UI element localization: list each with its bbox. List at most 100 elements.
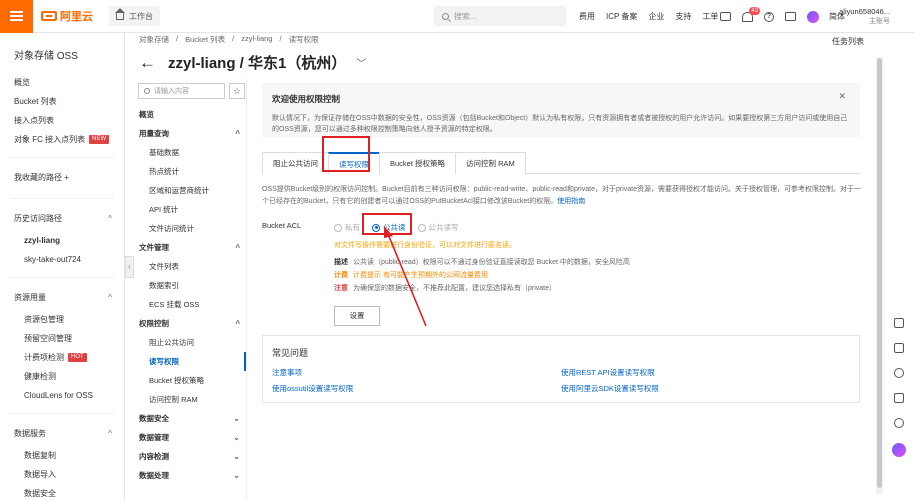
subnav-item[interactable]: 用量查询 ^ <box>135 124 246 143</box>
search-icon <box>442 12 449 20</box>
sidebar-resource-section[interactable]: 资源用量 ^ <box>0 286 124 310</box>
breadcrumb-bucket-list[interactable]: Bucket 列表 <box>185 34 225 45</box>
sidebar-item-data-replication[interactable]: 数据复制 <box>0 446 124 465</box>
aliyun-logo[interactable]: 阿里云 <box>41 8 93 24</box>
user-name: aliyun658046... <box>839 7 890 16</box>
top-link-ticket[interactable]: 工单 <box>702 11 718 22</box>
top-link-support[interactable]: 支持 <box>675 11 691 22</box>
sidebar-data-section[interactable]: 数据服务 ^ <box>0 422 124 446</box>
sidebar-history-item[interactable]: zzyl-liang <box>0 231 124 250</box>
subnav-item[interactable]: 访问控制 RAM <box>135 390 246 409</box>
faq-link-ossutil[interactable]: 使用ossutil设置读写权限 <box>272 383 561 394</box>
top-link-enterprise[interactable]: 企业 <box>648 11 664 22</box>
home-icon <box>115 7 125 20</box>
set-acl-button[interactable]: 设置 <box>334 306 380 326</box>
chevron-down-icon: ⌄ <box>233 433 240 442</box>
sidebar-item-billing-check[interactable]: 计费项检测 HOT <box>0 348 124 367</box>
subnav-item[interactable]: API 统计 <box>135 200 246 219</box>
subnav-item[interactable]: 数据索引 <box>135 276 246 295</box>
menu-icon[interactable] <box>0 0 33 33</box>
back-arrow-icon[interactable]: ← <box>139 53 156 73</box>
sidebar-item-fc-access-points[interactable]: 对象 FC 接入点列表 NEW <box>0 130 124 149</box>
document-icon[interactable] <box>894 343 904 353</box>
chevron-up-icon: ^ <box>108 293 112 302</box>
sidebar-item-reserved-space[interactable]: 预留空间管理 <box>0 329 124 348</box>
subnav-item[interactable]: 基础数据 <box>135 143 246 162</box>
chevron-down-icon: ⌄ <box>233 471 240 480</box>
calendar-icon[interactable] <box>894 393 904 403</box>
sidebar-item-cloudlens[interactable]: CloudLens for OSS <box>0 386 124 405</box>
sidebar-history-item[interactable]: sky-take-out724 <box>0 250 124 269</box>
acl-info-description: 描述 公共读（public-read）权限可以不通过身份验证直接读取您 Bucke… <box>334 259 630 266</box>
subnav-item[interactable]: 内容检测 ⌄ <box>135 447 246 466</box>
faq-panel: 常见问题 注意事项 使用REST API设置读写权限 使用ossutil设置读写… <box>262 335 860 403</box>
sidebar-item-health-check[interactable]: 健康检测 <box>0 367 124 386</box>
top-link-icp[interactable]: ICP 备案 <box>606 11 637 22</box>
subnav-item[interactable]: 权限控制 ^ <box>135 314 246 333</box>
user-menu[interactable]: aliyun658046... 主账号 <box>839 7 890 27</box>
subnav-item[interactable]: Bucket 授权策略 <box>135 371 246 390</box>
bell-icon[interactable]: 43 <box>742 6 760 22</box>
help-icon[interactable]: ? <box>764 11 774 22</box>
chevron-down-icon[interactable]: ﹀ <box>356 55 366 70</box>
bucket-subnav: 请输入内容 ☆ 概览 用量查询 ^ 基础数据 热点统计 区域和运营商统计 API 统计 文件访… <box>135 79 247 500</box>
sidebar-item-access-points[interactable]: 接入点列表 <box>0 111 124 130</box>
tab-ram-access-control[interactable]: 访问控制 RAM <box>455 152 526 174</box>
tab-block-public-access[interactable]: 阻止公共访问 <box>262 152 329 174</box>
breadcrumb-oss[interactable]: 对象存储 <box>139 34 169 45</box>
feedback-icon[interactable] <box>894 418 904 428</box>
breadcrumb-bucket[interactable]: zzyl-liang <box>241 34 272 45</box>
ai-assistant-icon[interactable] <box>892 443 906 457</box>
subnav-item[interactable]: 区域和运营商统计 <box>135 181 246 200</box>
sidebar-item-resource-pack[interactable]: 资源包管理 <box>0 310 124 329</box>
cart-icon[interactable] <box>785 12 796 21</box>
subnav-item[interactable]: 数据处理 ⌄ <box>135 466 246 485</box>
subnav-item[interactable]: ECS 挂载 OSS <box>135 295 246 314</box>
task-list-link[interactable]: 任务列表 <box>832 36 864 47</box>
message-icon[interactable] <box>720 12 731 21</box>
sidebar-item-data-import[interactable]: 数据导入 <box>0 465 124 484</box>
subnav-item[interactable]: 数据安全 ⌄ <box>135 409 246 428</box>
faq-link-notes[interactable]: 注意事项 <box>272 367 561 378</box>
subnav-item[interactable]: 文件列表 <box>135 257 246 276</box>
acl-option-private[interactable]: 私有 <box>334 222 360 233</box>
close-icon[interactable]: ✕ <box>838 91 846 102</box>
settings-icon[interactable] <box>894 368 904 378</box>
welcome-panel: 欢迎使用权限控制 默认情况下，为保证存储在OSS中数据的安全性，OSS资源（包括… <box>262 83 860 137</box>
subnav-item[interactable]: 文件访问统计 <box>135 219 246 238</box>
cart-icon[interactable] <box>894 318 904 328</box>
doc-guide-link[interactable]: 使用指南 <box>557 198 585 205</box>
subnav-item[interactable]: 文件管理 ^ <box>135 238 246 257</box>
subnav-item[interactable]: 热点统计 <box>135 162 246 181</box>
search-input[interactable]: 搜索... <box>434 6 566 26</box>
sidebar-history-section[interactable]: 历史访问路径 ^ <box>0 207 124 231</box>
scrollbar[interactable] <box>876 58 883 494</box>
sidebar-item-overview[interactable]: 概览 <box>0 73 124 92</box>
acl-info-note: 注意 为确保您的数据安全，不推荐此配置，建议您选择私有（private） <box>334 285 557 292</box>
add-icon[interactable]: + <box>64 173 69 182</box>
subnav-item[interactable]: 概览 <box>135 105 246 124</box>
subnav-item[interactable]: 读写权限 <box>135 352 246 371</box>
faq-link-sdk[interactable]: 使用阿里云SDK设置读写权限 <box>561 383 850 394</box>
annotation-highlight-box <box>322 136 370 172</box>
workbench-button[interactable]: 工作台 <box>109 6 160 26</box>
star-icon[interactable]: ☆ <box>229 83 245 99</box>
radio-private[interactable] <box>334 223 342 232</box>
chevron-up-icon: ^ <box>108 429 112 438</box>
top-icons: 43 ? 简体 <box>720 0 857 33</box>
tab-bucket-policy[interactable]: Bucket 授权策略 <box>379 152 457 174</box>
faq-link-rest-api[interactable]: 使用REST API设置读写权限 <box>561 367 850 378</box>
sidebar-favorites[interactable]: 我收藏的路径 + <box>0 166 124 190</box>
subnav-item[interactable]: 阻止公共访问 <box>135 333 246 352</box>
top-link-fee[interactable]: 费用 <box>579 11 595 22</box>
chevron-up-icon: ^ <box>108 214 112 223</box>
subnav-search-input[interactable]: 请输入内容 <box>138 83 225 99</box>
sidebar-item-data-security[interactable]: 数据安全 <box>0 484 124 500</box>
subnav-item[interactable]: 数据管理 ⌄ <box>135 428 246 447</box>
left-sidebar: 对象存储 OSS 概览 Bucket 列表 接入点列表 对象 FC 接入点列表 N… <box>0 33 125 500</box>
sidebar-item-bucket-list[interactable]: Bucket 列表 <box>0 92 124 111</box>
scrollbar-thumb[interactable] <box>877 58 882 488</box>
collapse-sidebar-handle[interactable]: ‹ <box>125 256 134 278</box>
acl-info-billing: 计费 计费提示 有可能产生预期外的公网流量费用 <box>334 272 488 279</box>
ai-assistant-icon[interactable] <box>807 10 819 23</box>
